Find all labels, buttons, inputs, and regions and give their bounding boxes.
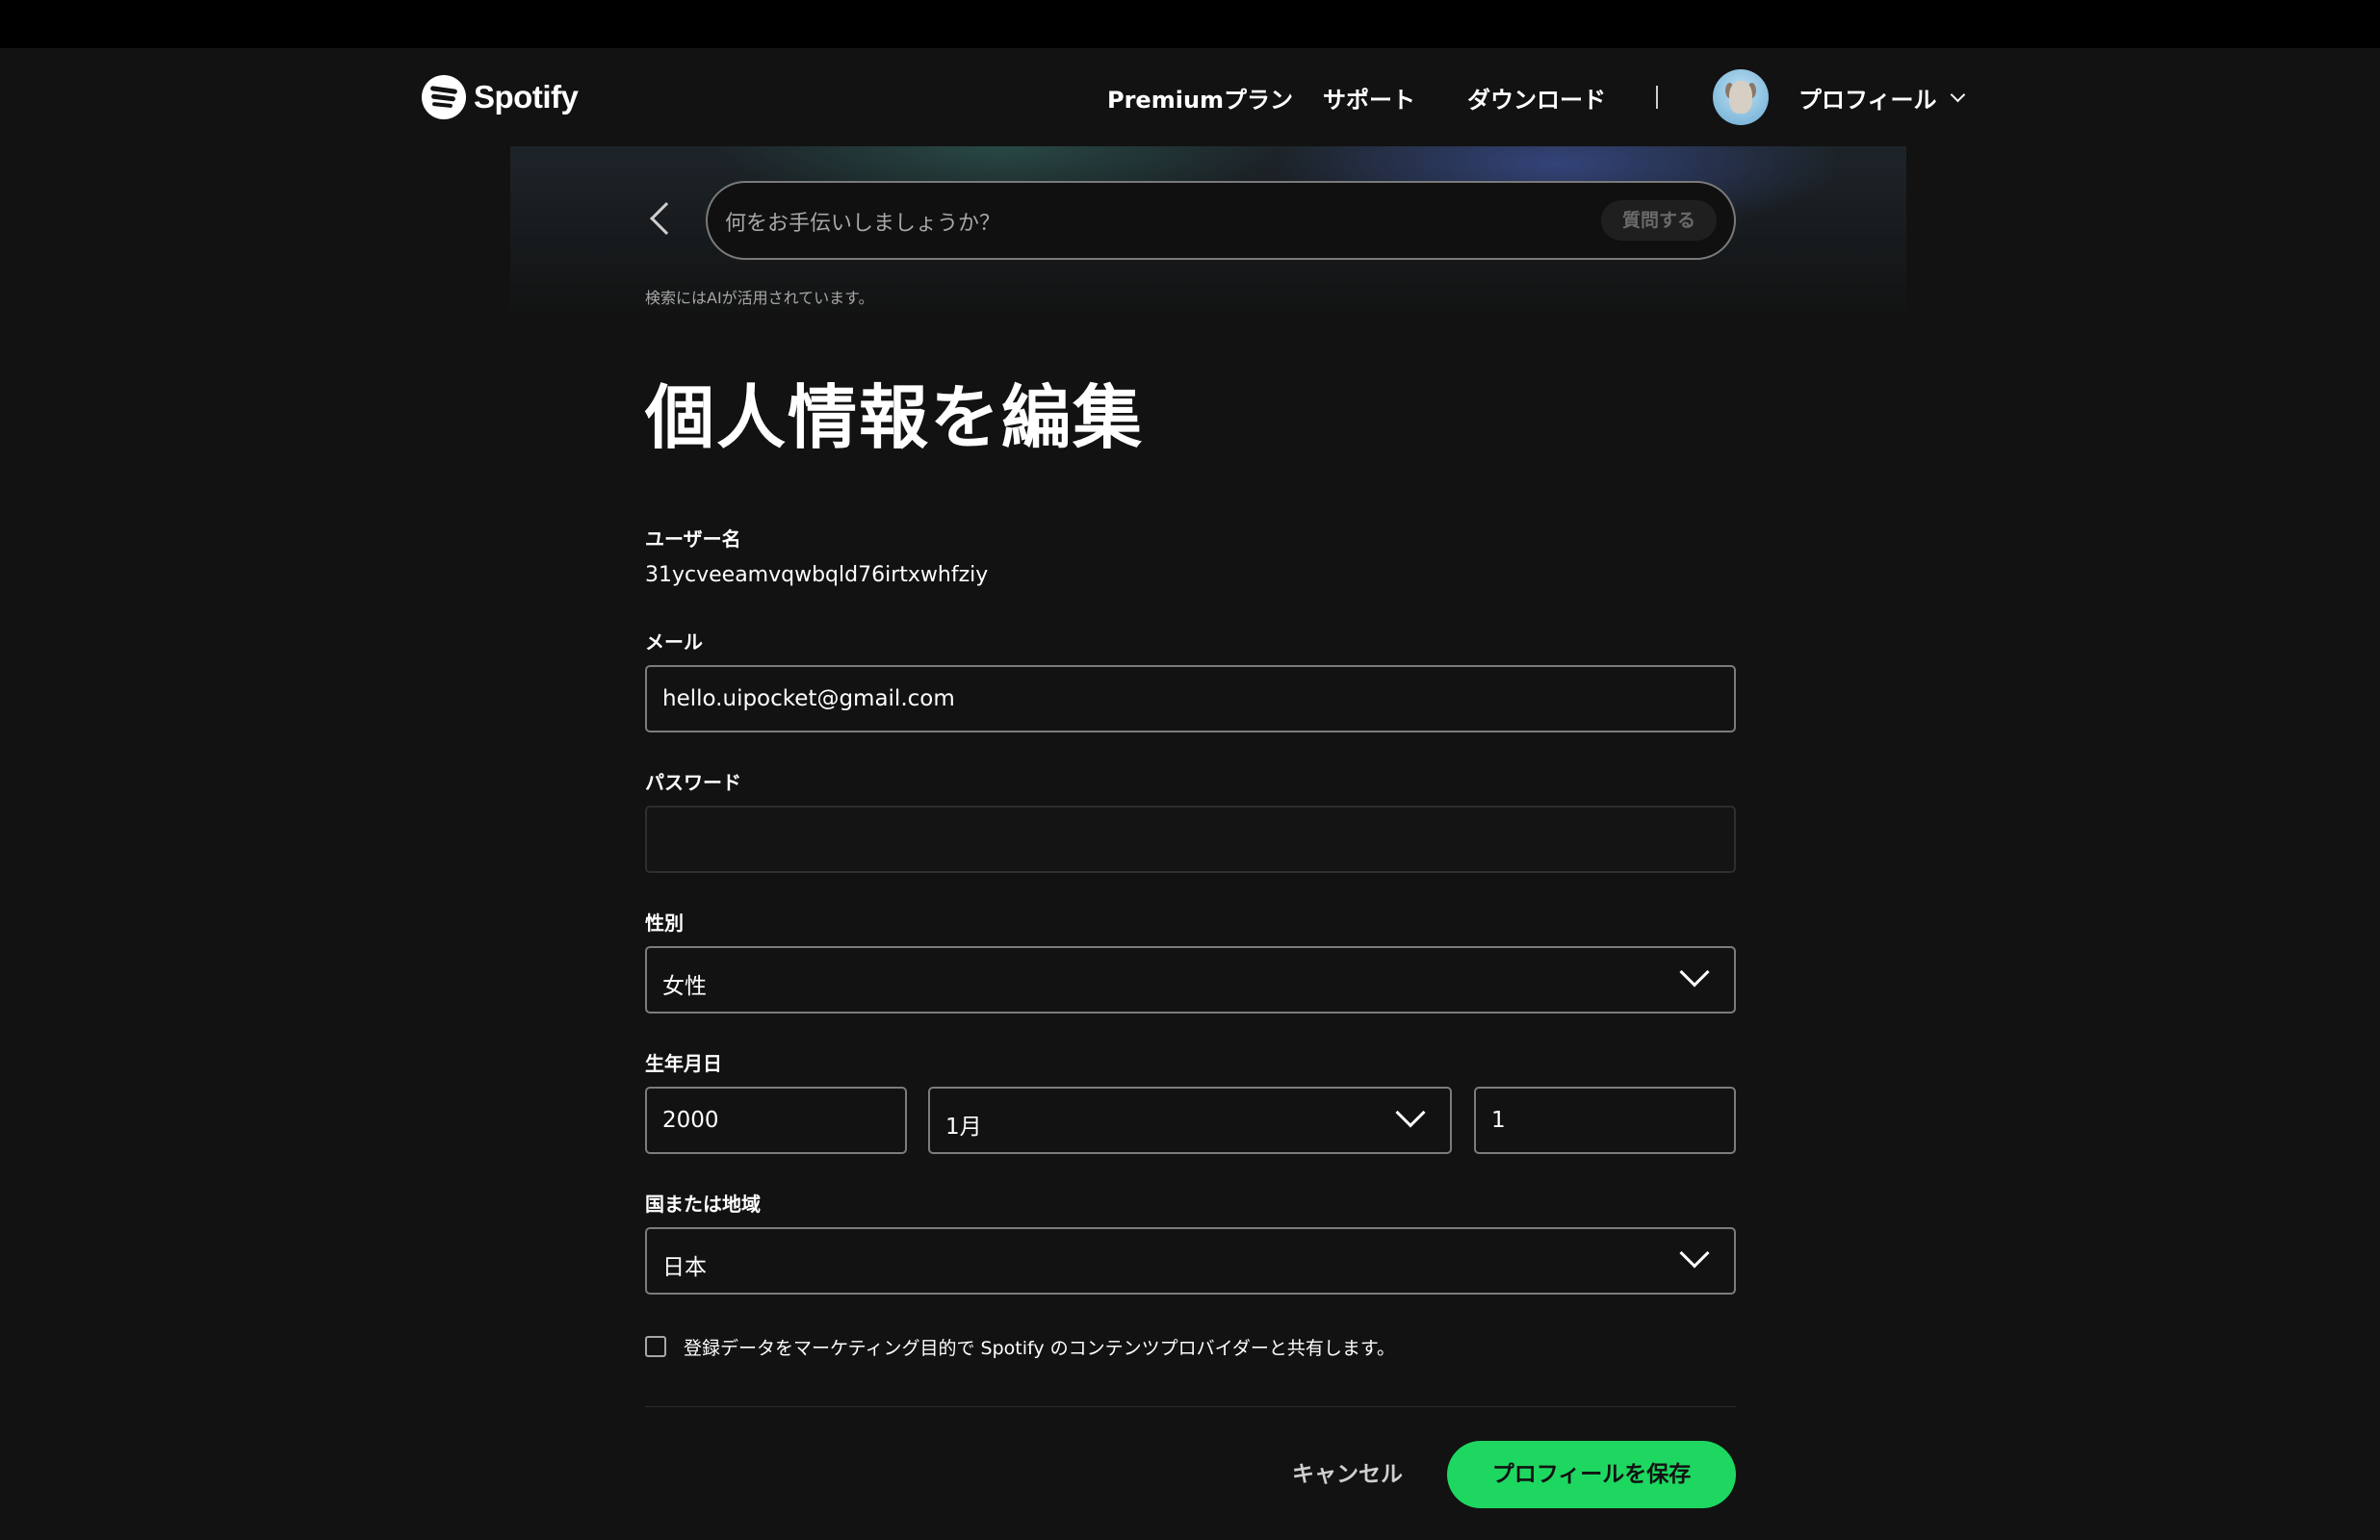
gender-value: 女性	[662, 974, 707, 999]
email-value: hello.uipocket@gmail.com	[662, 686, 955, 711]
chevron-down-icon	[1679, 1238, 1710, 1269]
marketing-checkbox-label[interactable]: 登録データをマーケティング目的で Spotify のコンテンツプロバイダーと共有…	[684, 1334, 1395, 1360]
search-input[interactable]: 何をお手伝いしましょうか？	[725, 206, 1000, 237]
country-label: 国または地域	[645, 1193, 761, 1216]
chevron-down-icon	[1395, 1097, 1426, 1128]
logo-wordmark: Spotify	[474, 79, 579, 115]
spotify-logo[interactable]: Spotify	[422, 75, 579, 119]
site-header: Spotify Premiumプラン サポート ダウンロード プロフィール	[0, 48, 2380, 146]
nav-premium-link[interactable]: Premiumプラン	[1107, 48, 1293, 146]
nav-support-link[interactable]: サポート	[1323, 48, 1415, 146]
profile-menu-label: プロフィール	[1798, 86, 1937, 114]
password-field[interactable]	[645, 806, 1736, 873]
nav-download-link[interactable]: ダウンロード	[1467, 48, 1606, 146]
browser-top-strip	[0, 0, 2380, 48]
divider	[645, 1406, 1736, 1407]
spotify-icon	[422, 75, 466, 119]
username-value: 31ycveeamvqwbqld76irtxwhfziy	[645, 563, 989, 587]
page-title: 個人情報を編集	[645, 377, 1145, 458]
country-value: 日本	[662, 1255, 707, 1280]
birth-year-field[interactable]: 2000	[645, 1087, 907, 1154]
save-profile-button[interactable]: プロフィールを保存	[1447, 1441, 1736, 1508]
password-label: パスワード	[645, 771, 741, 794]
birth-month-select[interactable]: 1月	[928, 1087, 1452, 1154]
birthdate-label: 生年月日	[645, 1052, 722, 1075]
help-search-bar[interactable]: 何をお手伝いしましょうか？ 質問する	[706, 181, 1736, 260]
birth-day-value: 1	[1491, 1108, 1506, 1133]
birth-month-value: 1月	[945, 1115, 982, 1140]
chevron-down-icon	[1950, 87, 1965, 102]
ai-disclaimer: 検索にはAIが活用されています。	[645, 289, 874, 307]
gender-select[interactable]: 女性	[645, 946, 1736, 1014]
username-label: ユーザー名	[645, 527, 741, 551]
email-label: メール	[645, 630, 703, 654]
cancel-button[interactable]: キャンセル	[1271, 1441, 1424, 1508]
avatar[interactable]	[1713, 69, 1769, 125]
ask-button[interactable]: 質問する	[1600, 200, 1717, 241]
email-field[interactable]: hello.uipocket@gmail.com	[645, 665, 1736, 732]
country-select[interactable]: 日本	[645, 1227, 1736, 1295]
gender-label: 性別	[645, 911, 684, 935]
profile-menu-button[interactable]: プロフィール	[1798, 48, 1965, 146]
birth-day-field[interactable]: 1	[1474, 1087, 1736, 1154]
marketing-checkbox[interactable]	[645, 1336, 666, 1357]
chevron-down-icon	[1679, 957, 1710, 988]
birth-year-value: 2000	[662, 1108, 719, 1133]
nav-divider	[1656, 86, 1658, 109]
